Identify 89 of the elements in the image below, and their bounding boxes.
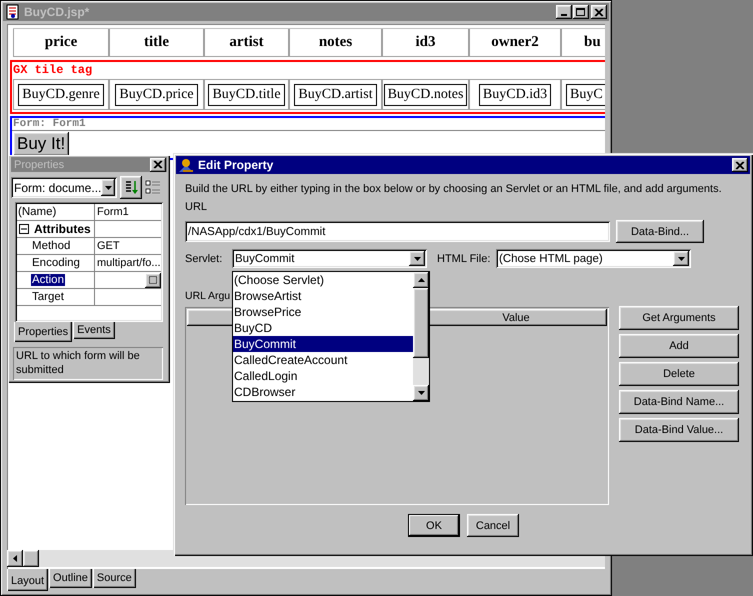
view-tab[interactable]: Layout — [7, 569, 48, 591]
property-name: (Name) — [17, 206, 58, 218]
minimize-button[interactable] — [556, 5, 572, 19]
list-item[interactable]: CalledLogin — [233, 368, 413, 384]
scrollbar-thumb[interactable] — [413, 288, 429, 358]
dropdown-arrow-icon — [104, 186, 112, 190]
up-arrow-icon — [418, 278, 424, 282]
dropdown-arrow-icon — [414, 256, 420, 260]
column-header: title — [109, 29, 204, 57]
url-label: URL — [185, 201, 208, 213]
data-field: BuyCD.price — [115, 84, 198, 106]
document-icon — [5, 4, 21, 20]
group-name: Attributes — [33, 222, 92, 236]
data-field: BuyCD.genre — [18, 84, 104, 106]
html-file-label: HTML File: — [437, 252, 492, 264]
app-icon — [178, 157, 194, 173]
column-header: artist — [204, 29, 289, 57]
sort-icon — [124, 180, 138, 195]
sort-button[interactable] — [120, 176, 142, 199]
column-header: notes — [289, 29, 382, 57]
panel-tab[interactable]: Events — [73, 322, 115, 339]
dialog-button[interactable]: Get Arguments — [619, 306, 739, 330]
dropdown-button[interactable] — [673, 251, 689, 266]
scrollbar-thumb[interactable] — [23, 550, 39, 567]
property-name: Method — [31, 240, 72, 252]
servlet-label: Servlet: — [185, 252, 224, 264]
dropdown-arrow-icon — [678, 256, 684, 260]
dropdown-button[interactable] — [409, 251, 425, 266]
list-item[interactable]: BrowseArtist — [233, 288, 413, 304]
dots-icon — [148, 275, 158, 285]
maximize-button[interactable] — [573, 5, 589, 19]
data-field: BuyC — [566, 84, 605, 106]
edit-button[interactable] — [145, 272, 161, 288]
list-item[interactable]: CalledCreateAccount — [233, 352, 413, 368]
category-list-icon — [145, 180, 161, 196]
list-item[interactable]: BuyCD — [233, 320, 413, 336]
dialog-button[interactable]: Add — [619, 334, 739, 358]
down-arrow-icon — [418, 391, 424, 395]
property-name: Action — [31, 274, 65, 286]
list-item[interactable]: BuyCommit — [233, 336, 413, 352]
description-box: URL to which form will be submitted — [13, 347, 163, 380]
left-arrow-icon — [13, 555, 17, 562]
view-tab[interactable]: Source — [92, 569, 136, 588]
object-dropdown[interactable]: Form: docume... — [11, 177, 117, 198]
data-field: BuyCD.id3 — [478, 84, 552, 106]
close-button[interactable] — [150, 158, 166, 172]
column-header: bu — [561, 29, 605, 57]
dropdown-button[interactable] — [101, 179, 115, 196]
url-field[interactable]: /NASApp/cdx1/BuyCommit — [185, 221, 610, 242]
minimize-icon — [561, 14, 567, 16]
dialog-button[interactable]: Data-Bind Value... — [619, 418, 739, 442]
scroll-up-button[interactable] — [413, 272, 429, 288]
instructions-text: Build the URL by either typing in the box below or by choosing an Servlet or an HTML file, and add arguments. — [185, 183, 722, 195]
panel-tab[interactable]: Properties — [14, 322, 72, 342]
scroll-down-button[interactable] — [413, 385, 429, 401]
column-header: price — [13, 29, 109, 57]
view-tab[interactable]: Outline — [49, 569, 92, 588]
dropdown-field[interactable]: (Chose HTML page) — [496, 249, 691, 268]
ok-button[interactable]: OK — [408, 514, 460, 537]
list-item[interactable]: (Choose Servlet) — [233, 272, 413, 288]
maximize-icon — [576, 8, 586, 16]
dropdown-field[interactable]: BuyCommit — [232, 249, 427, 268]
property-value: multipart/fo... — [97, 257, 161, 269]
property-value: GET — [97, 240, 120, 252]
arguments-label: URL Argu — [185, 290, 230, 302]
collapse-icon[interactable] — [19, 224, 30, 234]
data-field: BuyCD.notes — [384, 84, 468, 106]
buy-button[interactable]: Buy It! — [13, 132, 70, 156]
list-item[interactable]: CDBrowser — [233, 384, 413, 400]
column-header: id3 — [382, 29, 469, 57]
tile-tag-label: GX tile tag — [13, 63, 92, 77]
scroll-left-button[interactable] — [7, 550, 23, 567]
property-name: Target — [31, 291, 65, 303]
dialog-button[interactable]: Delete — [619, 362, 739, 386]
data-bind-button[interactable]: Data-Bind... — [616, 220, 704, 243]
data-field: BuyCD.artist — [294, 84, 377, 106]
column-header: owner2 — [469, 29, 561, 57]
list-item[interactable]: BrowsePrice — [233, 304, 413, 320]
property-name: Encoding — [31, 257, 81, 269]
cancel-button[interactable]: Cancel — [467, 514, 519, 537]
property-value: Form1 — [97, 206, 129, 218]
close-button[interactable] — [591, 5, 607, 19]
form-label: Form: Form1 — [12, 118, 605, 131]
dialog-button[interactable]: Data-Bind Name... — [619, 390, 739, 414]
data-field: BuyCD.title — [208, 84, 285, 106]
close-button[interactable] — [732, 158, 748, 172]
window-title: BuyCD.jsp* — [24, 5, 90, 19]
panel-title: Properties — [14, 158, 66, 170]
dialog-title: Edit Property — [198, 158, 274, 172]
